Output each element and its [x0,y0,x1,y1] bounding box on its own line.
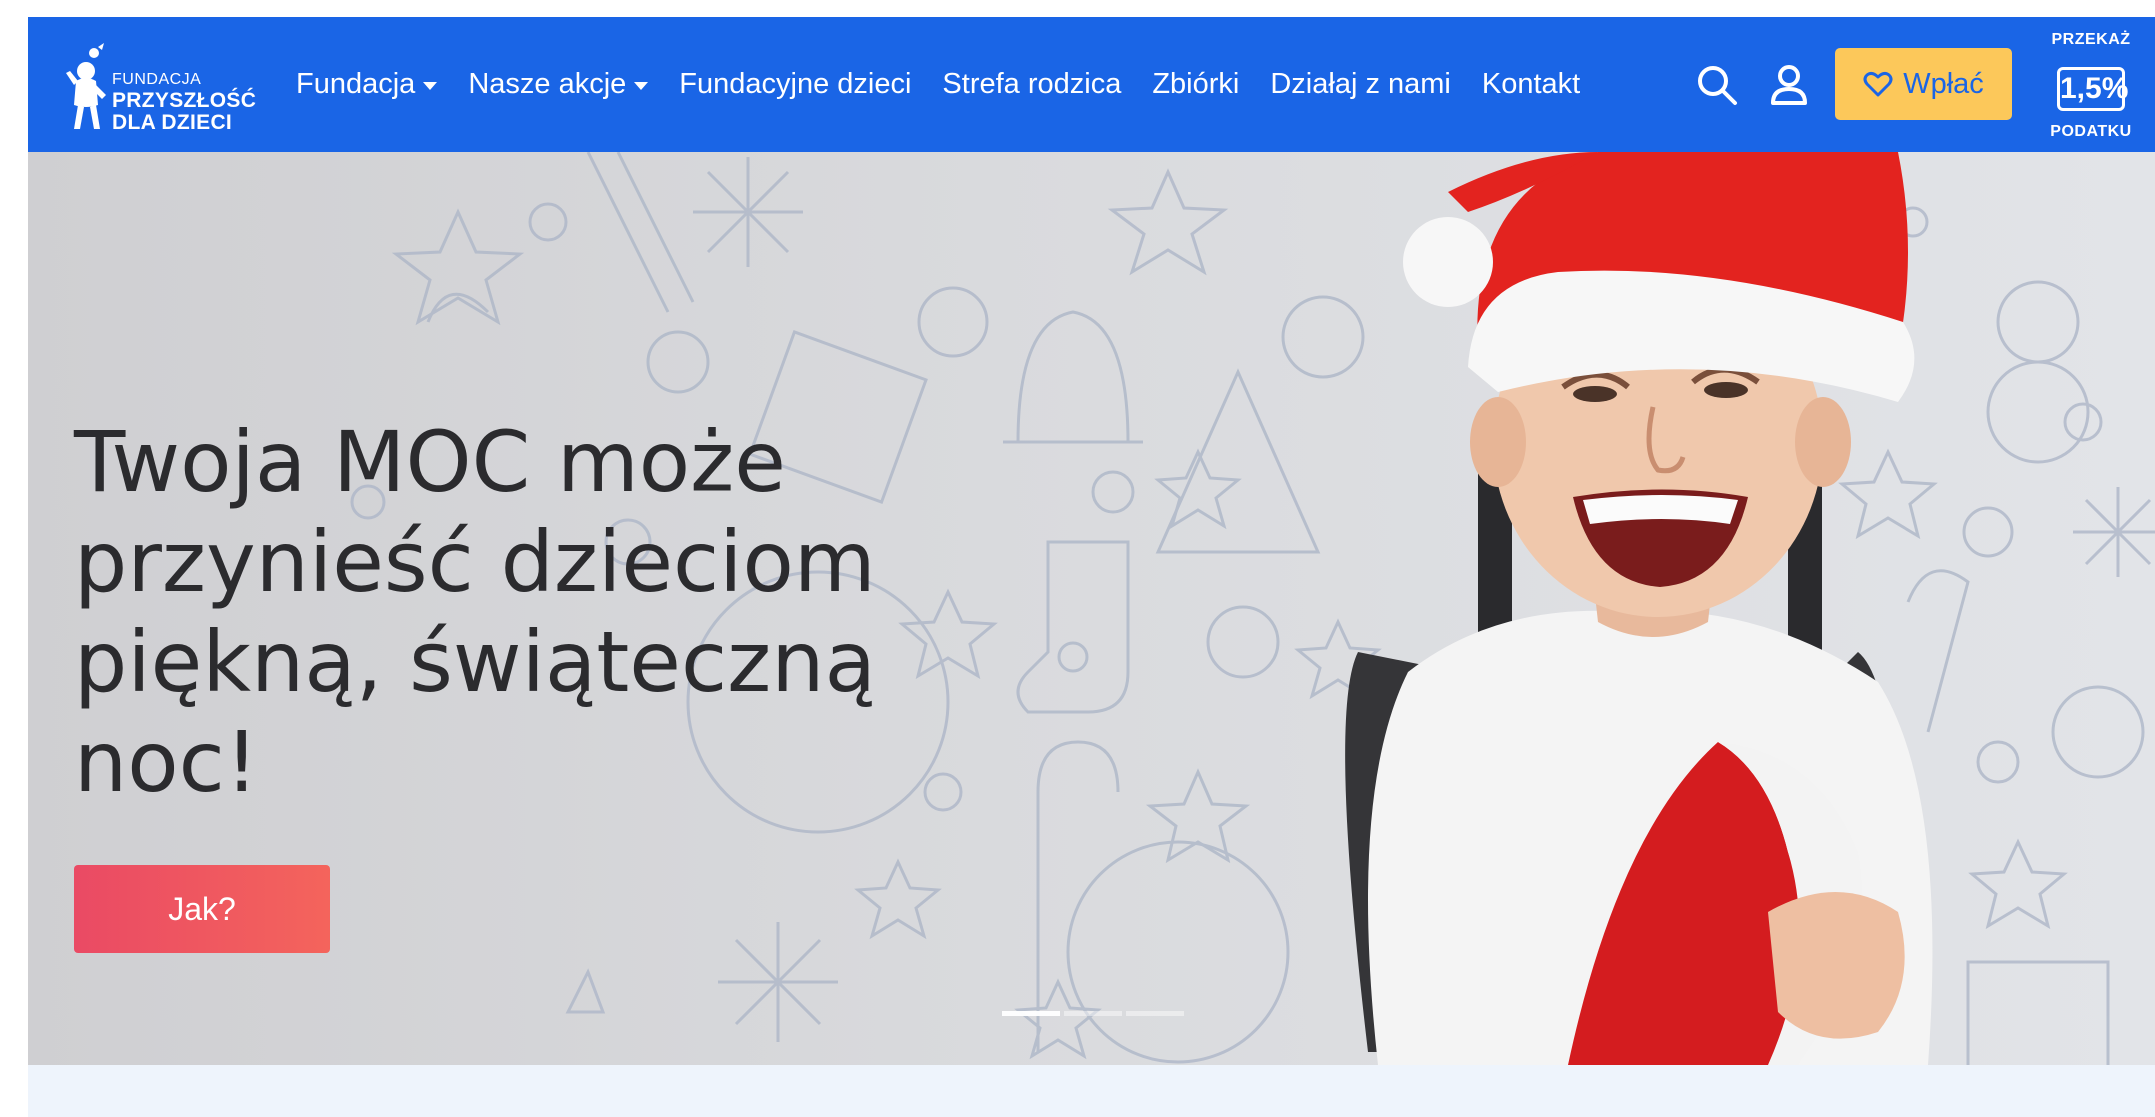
nav-item-strefa-rodzica[interactable]: Strefa rodzica [942,68,1121,101]
tax-1-5-link[interactable]: PRZEKAŻ 1,5% PODATKU [2041,25,2141,145]
boy-in-santa-hat-photo [1345,152,1933,1065]
hero-cta-button[interactable]: Jak? [74,865,330,953]
slider-dot-2[interactable] [1064,1011,1122,1016]
nav-item-label: Fundacyjne dzieci [679,68,912,100]
tax-bottom-label: PODATKU [2050,123,2132,140]
account-button[interactable] [1765,61,1813,109]
foundation-logo[interactable]: FUNDACJA PRZYSZŁOŚĆ DLA DZIECI [64,37,284,137]
user-icon [1771,65,1807,105]
page: FUNDACJA PRZYSZŁOŚĆ DLA DZIECI Fundacja … [28,17,2155,1117]
nav-item-label: Zbiórki [1152,68,1240,100]
slider-pagination [1002,1011,1188,1016]
nav-item-fundacyjne-dzieci[interactable]: Fundacyjne dzieci [679,68,911,101]
nav-item-label: Strefa rodzica [942,68,1122,100]
nav-item-nasze-akcje[interactable]: Nasze akcje [468,68,649,101]
logo-line-1: FUNDACJA [112,71,202,88]
main-menu: Fundacja Nasze akcje Fundacyjne dzieci S… [296,17,1611,152]
nav-item-label: Działaj z nami [1270,68,1451,100]
navbar: FUNDACJA PRZYSZŁOŚĆ DLA DZIECI Fundacja … [28,17,2155,152]
search-icon [1698,66,1737,105]
caret-down-icon [423,81,438,90]
hero-banner: Twoja MOC może przynieść dzieciom piękną… [28,152,2155,1065]
nav-item-fundacja[interactable]: Fundacja [296,68,438,101]
search-button[interactable] [1693,61,1741,109]
nav-item-kontakt[interactable]: Kontakt [1482,68,1580,101]
tax-top-label: PRZEKAŻ [2051,31,2131,48]
child-figure-icon [66,43,106,129]
slider-dot-1[interactable] [1002,1011,1060,1016]
hero-headline: Twoja MOC może przynieść dzieciom piękną… [74,413,876,811]
donate-button[interactable]: Wpłać [1835,48,2012,120]
nav-item-dzialaj-z-nami[interactable]: Działaj z nami [1270,68,1451,101]
tax-percent-badge: 1,5% [2057,67,2128,111]
logo-line-2: PRZYSZŁOŚĆ [112,89,257,112]
nav-item-label: Fundacja [296,68,416,100]
caret-down-icon [634,81,649,90]
slider-dot-3[interactable] [1126,1011,1184,1016]
heart-icon [1863,71,1893,97]
donate-label: Wpłać [1903,67,1984,100]
section-band [28,1065,2155,1117]
logo-line-3: DLA DZIECI [112,111,233,134]
nav-item-zbiorki[interactable]: Zbiórki [1152,68,1239,101]
nav-item-label: Nasze akcje [468,68,627,100]
nav-item-label: Kontakt [1481,68,1581,100]
